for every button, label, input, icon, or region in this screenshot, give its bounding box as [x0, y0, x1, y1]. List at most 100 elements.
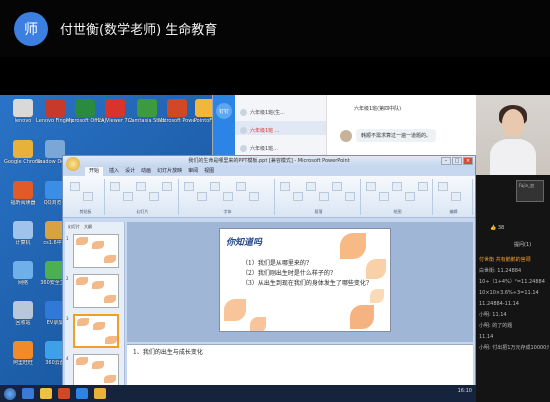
- ribbon-button[interactable]: [184, 182, 194, 191]
- conversation-label: 六年级1班...: [250, 145, 278, 152]
- ribbon-button[interactable]: [83, 192, 93, 201]
- desktop-icon-glyph: [13, 261, 33, 279]
- chat-feed-line: 10÷（1+4%）²=11.24884: [479, 279, 545, 285]
- desktop-icon-glyph: [167, 99, 187, 117]
- desktop-icon-glyph: [13, 99, 33, 117]
- slide-line: （1）我们是从哪里来的?: [242, 260, 310, 267]
- right-sidebar: Fajin_加 👍 38 提问(1) 付世衡 共有鹅鹅的宫颈 白世街: 11.24…: [476, 175, 550, 402]
- ie-icon[interactable]: [22, 388, 34, 399]
- ribbon-button[interactable]: [280, 182, 290, 191]
- chat-feed: 付世衡 共有鹅鹅的宫颈 白世街: 11.24884 10÷（1+4%）²=11.24…: [479, 255, 549, 354]
- slide-thumbnail[interactable]: [73, 314, 119, 348]
- ribbon-button[interactable]: [149, 192, 159, 201]
- participant-thumbnail[interactable]: Fajin_加: [516, 180, 544, 202]
- ribbon-button[interactable]: [136, 182, 146, 191]
- slide-thumbnail[interactable]: [73, 234, 119, 268]
- ribbon-button[interactable]: [249, 192, 259, 201]
- ribbon-tab[interactable]: 审阅: [188, 167, 198, 176]
- ribbon-button[interactable]: [123, 192, 133, 201]
- live-class-view: 师 付世衡(数学老师) 生命教育 lenovoLenovo Fingerpri.…: [0, 0, 550, 402]
- conversation-item[interactable]: 六年级1班...: [235, 139, 326, 153]
- ribbon-button[interactable]: [392, 182, 402, 191]
- shared-screen: lenovoLenovo Fingerpri...Microsoft Offic…: [0, 95, 550, 402]
- host-avatar[interactable]: 师: [14, 11, 48, 46]
- ribbon-button[interactable]: [110, 182, 120, 191]
- conversation-label: 六年级1班 ...: [250, 127, 280, 134]
- conversation-item[interactable]: 六年级1班(生...: [235, 103, 326, 117]
- desktop-icon-glyph: [137, 99, 157, 117]
- camera-body: [490, 139, 536, 175]
- chat-feed-line: 小明: 付出把1万元存成10000元: [479, 345, 549, 351]
- ribbon-group: 段落: [277, 179, 361, 215]
- ribbon-tab[interactable]: 开始: [85, 167, 104, 176]
- leaf-decoration: [104, 255, 116, 263]
- ribbon-button[interactable]: [451, 192, 461, 201]
- like-count[interactable]: 👍 38: [490, 225, 504, 231]
- slide-number: 4: [66, 356, 69, 361]
- powerpoint-window: 我们的生命是哪里来的PPT模板.ppt [兼容模式] - Microsoft P…: [62, 155, 476, 402]
- ribbon-button[interactable]: [366, 182, 376, 191]
- ribbon-button[interactable]: [293, 192, 303, 201]
- dingtalk-icon[interactable]: [76, 388, 88, 399]
- office-button-icon[interactable]: [66, 157, 80, 171]
- ribbon-button[interactable]: [418, 182, 428, 191]
- chrome-icon[interactable]: [94, 388, 106, 399]
- ribbon-button[interactable]: [162, 182, 172, 191]
- slide-thumbnail[interactable]: [73, 274, 119, 308]
- chat-app-icon[interactable]: 钉钉: [216, 103, 232, 119]
- slides-pane: 幻灯片 大纲 1 2 3 4: [65, 222, 125, 390]
- leaf-decoration: [76, 277, 88, 285]
- start-button-icon[interactable]: [4, 387, 16, 400]
- pane-tab[interactable]: 大纲: [84, 222, 92, 231]
- maple-leaf-decoration: [370, 289, 384, 303]
- desktop-icon-glyph: [75, 99, 95, 117]
- host-name: 付世衡(数学老师) 生命教育: [60, 23, 218, 38]
- powerpoint-icon[interactable]: [58, 388, 70, 399]
- slide-line: （2）我们刚出生时是什么样子的?: [242, 270, 334, 277]
- ribbon-tab[interactable]: 视图: [204, 167, 214, 176]
- leaf-decoration: [104, 375, 116, 383]
- ribbon-button[interactable]: [236, 182, 246, 191]
- chat-feed-line: 小明: 的了的题: [479, 323, 513, 329]
- slide-canvas: 你知道吗 （1）我们是从哪里来的? （2）我们刚出生时是什么样子的? （3）从出生到…: [127, 222, 473, 342]
- ribbon-button[interactable]: [332, 182, 342, 191]
- ribbon-group-label: 字体: [223, 209, 232, 214]
- current-slide[interactable]: 你知道吗 （1）我们是从哪里来的? （2）我们刚出生时是什么样子的? （3）从出生到…: [219, 228, 391, 332]
- message-bubble: 韩顺不需求算过一遍一道题的。: [356, 129, 437, 142]
- ribbon-tab[interactable]: 动画: [141, 167, 151, 176]
- pane-tab[interactable]: 幻灯片: [68, 222, 80, 231]
- notes-pane[interactable]: 1、我们的出生与成长变化: [127, 344, 473, 390]
- ribbon-group-label: 段落: [314, 209, 323, 214]
- ribbon-button[interactable]: [210, 182, 220, 191]
- ribbon-button[interactable]: [405, 192, 415, 201]
- conversation-item[interactable]: 六年级1班 ...: [235, 121, 326, 135]
- slide-thumbnail[interactable]: [73, 354, 119, 388]
- ribbon-button[interactable]: [345, 192, 355, 201]
- chat-feed-line: 白世街: 11.24884: [479, 268, 522, 274]
- ribbon-button[interactable]: [197, 192, 207, 201]
- close-button[interactable]: ×: [463, 157, 473, 165]
- ask-button[interactable]: 提问(1): [514, 241, 531, 248]
- ribbon-tab[interactable]: 插入: [109, 167, 119, 176]
- ribbon-button[interactable]: [70, 182, 80, 191]
- ribbon-group-label: 编辑: [449, 209, 458, 214]
- ribbon-button[interactable]: [223, 192, 233, 201]
- leaf-decoration: [77, 318, 89, 326]
- maple-leaf-decoration: [224, 299, 246, 321]
- folder-icon[interactable]: [40, 388, 52, 399]
- slide-heading: 你知道吗: [226, 238, 263, 248]
- ribbon-button[interactable]: [438, 182, 448, 191]
- ribbon-tab[interactable]: 幻灯片放映: [157, 167, 182, 176]
- ribbon-tab[interactable]: 设计: [125, 167, 135, 176]
- minimize-button[interactable]: –: [441, 157, 451, 165]
- like-count-value: 38: [497, 225, 505, 231]
- ribbon-button[interactable]: [306, 182, 316, 191]
- desktop-icon-glyph: [13, 221, 33, 239]
- desktop-icon-glyph: [105, 99, 125, 117]
- maximize-button[interactable]: □: [452, 157, 462, 165]
- leaf-decoration: [92, 281, 104, 289]
- slide-line: （3）从出生到现在我们的身体发生了哪些变化?: [242, 280, 370, 287]
- ribbon-button[interactable]: [379, 192, 389, 201]
- desktop-icon-glyph: [13, 140, 33, 158]
- ribbon-button[interactable]: [319, 192, 329, 201]
